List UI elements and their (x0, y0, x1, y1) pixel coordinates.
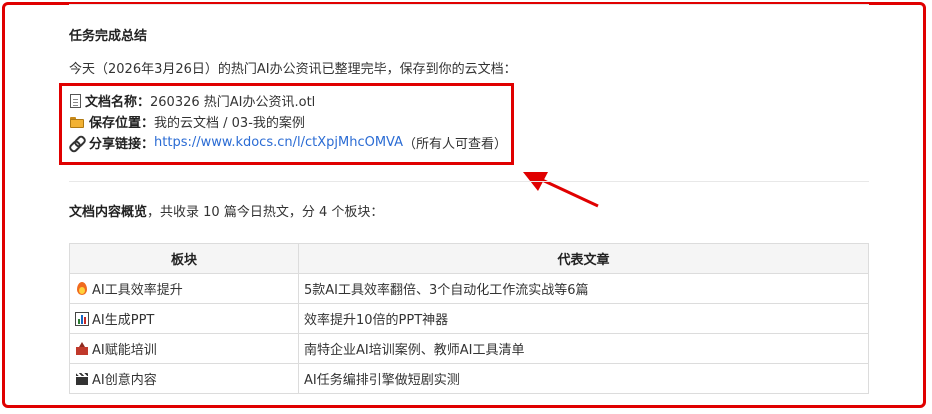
article-cell: 5款AI工具效率翻倍、3个自动化工作流实战等6篇 (298, 273, 869, 304)
article-cell: 南特企业AI培训案例、教师AI工具清单 (298, 333, 869, 364)
block-name: AI赋能培训 (92, 343, 157, 358)
bar-chart-icon (75, 312, 89, 326)
divider (69, 4, 869, 5)
overview-text: 文档内容概览，共收录 10 篇今日热文，分 4 个板块： (69, 201, 383, 220)
school-icon (75, 342, 89, 356)
link-icon (69, 135, 85, 151)
block-cell: AI生成PPT (69, 303, 299, 334)
block-cell: AI创意内容 (69, 363, 299, 394)
table-row: AI工具效率提升 5款AI工具效率翻倍、3个自动化工作流实战等6篇 (69, 273, 869, 304)
doc-location-label: 保存位置： (89, 116, 155, 131)
intro-text: 今天（2026年3月26日）的热门AI办公资讯已整理完毕，保存到你的云文档： (69, 62, 517, 77)
share-link-line: 分享链接： https://www.kdocs.cn/l/ctXpjMhcOMV… (69, 133, 507, 152)
table-row: AI赋能培训 南特企业AI培训案例、教师AI工具清单 (69, 333, 869, 364)
header-block: 板块 (69, 243, 299, 274)
article-cell: AI任务编排引擎做短剧实测 (298, 363, 869, 394)
doc-location-value: 我的云文档 / 03-我的案例 (154, 116, 305, 131)
article-cell: 效率提升10倍的PPT神器 (298, 303, 869, 334)
fire-icon (75, 282, 89, 296)
overview-label: 文档内容概览 (69, 205, 148, 220)
divider (69, 181, 869, 182)
share-link-label: 分享链接： (89, 137, 155, 152)
table-row: AI创意内容 AI任务编排引擎做短剧实测 (69, 363, 869, 394)
folder-icon (69, 114, 85, 130)
overview-body: ，共收录 10 篇今日热文，分 4 个板块： (147, 205, 384, 220)
block-name: AI创意内容 (92, 373, 157, 388)
document-icon (70, 93, 81, 108)
table-header-row: 板块 代表文章 (69, 243, 869, 274)
blocks-table: 板块 代表文章 AI工具效率提升 5款AI工具效率翻倍、3个自动化工作流实战等6… (69, 243, 869, 394)
block-cell: AI工具效率提升 (69, 273, 299, 304)
section-title: 任务完成总结 (69, 29, 148, 44)
block-cell: AI赋能培训 (69, 333, 299, 364)
block-name: AI工具效率提升 (92, 283, 183, 298)
doc-name-line: 文档名称： 260326 热门AI办公资讯.otl (69, 91, 315, 110)
doc-name-label: 文档名称： (85, 95, 151, 110)
share-link[interactable]: https://www.kdocs.cn/l/ctXpjMhcOMVA (154, 135, 403, 150)
table-row: AI生成PPT 效率提升10倍的PPT神器 (69, 303, 869, 334)
block-name: AI生成PPT (92, 313, 155, 328)
doc-name-value: 260326 热门AI办公资讯.otl (150, 95, 316, 110)
clapper-icon (75, 372, 89, 386)
doc-location-line: 保存位置： 我的云文档 / 03-我的案例 (69, 112, 305, 131)
share-note: （所有人可查看） (403, 137, 508, 152)
header-article: 代表文章 (298, 243, 869, 274)
